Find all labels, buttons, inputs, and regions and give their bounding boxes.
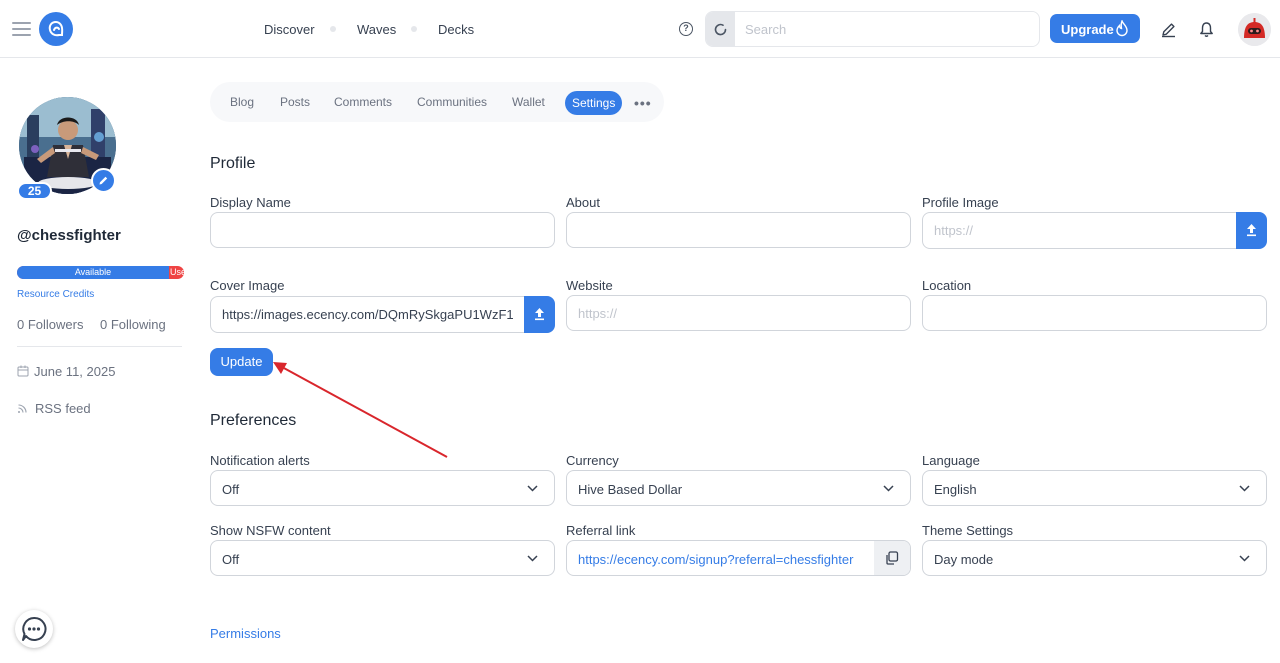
- menu-icon[interactable]: [12, 22, 31, 36]
- tab-comments[interactable]: Comments: [334, 95, 392, 109]
- sidebar-divider: [17, 346, 182, 347]
- join-date: June 11, 2025: [17, 364, 115, 379]
- profile-image-label: Profile Image: [922, 195, 999, 210]
- language-label: Language: [922, 453, 980, 468]
- resource-credits-link[interactable]: Resource Credits: [17, 289, 94, 300]
- profile-tabs: Blog Posts Comments Communities Wallet S…: [210, 82, 664, 122]
- chevron-down-icon: [1239, 485, 1250, 492]
- theme-value: Day mode: [934, 552, 994, 567]
- referral-link-field[interactable]: https://ecency.com/signup?referral=chess…: [566, 540, 911, 576]
- user-avatar[interactable]: [1238, 13, 1271, 46]
- calendar-icon: [17, 365, 29, 377]
- tab-posts[interactable]: Posts: [280, 95, 310, 109]
- permissions-link[interactable]: Permissions: [210, 626, 281, 641]
- help-icon[interactable]: ?: [679, 22, 693, 36]
- tab-blog[interactable]: Blog: [230, 95, 254, 109]
- tab-settings[interactable]: Settings: [565, 91, 623, 115]
- nav-separator: [330, 26, 336, 32]
- notification-alerts-label: Notification alerts: [210, 453, 310, 468]
- cover-image-label: Cover Image: [210, 278, 285, 293]
- upload-icon: [1247, 224, 1256, 237]
- profile-section-title: Profile: [210, 155, 256, 172]
- cover-image-upload-button[interactable]: [524, 296, 555, 333]
- notification-alerts-select[interactable]: Off: [210, 470, 555, 506]
- flame-icon: [1116, 20, 1128, 37]
- resource-credits-bar: Available Use: [17, 266, 184, 279]
- search-input[interactable]: [736, 12, 1036, 46]
- website-input[interactable]: [566, 295, 911, 331]
- bell-icon[interactable]: [1199, 21, 1214, 38]
- chevron-down-icon: [527, 485, 538, 492]
- currency-value: Hive Based Dollar: [578, 482, 683, 497]
- join-date-text: June 11, 2025: [34, 364, 116, 379]
- top-bar: Discover Waves Decks ? Upgrade: [0, 0, 1280, 58]
- preferences-section-title: Preferences: [210, 412, 297, 429]
- chevron-down-icon: [1239, 555, 1250, 562]
- refresh-icon: [714, 23, 727, 36]
- pencil-icon[interactable]: [1160, 21, 1177, 38]
- pencil-icon: [99, 176, 108, 185]
- profile-image-input[interactable]: [922, 212, 1238, 249]
- currency-select[interactable]: Hive Based Dollar: [566, 470, 911, 506]
- search-mode-button[interactable]: [706, 12, 735, 46]
- copy-icon: [886, 551, 899, 565]
- chevron-down-icon: [883, 485, 894, 492]
- copy-referral-button[interactable]: [874, 541, 910, 575]
- tab-wallet[interactable]: Wallet: [512, 95, 545, 109]
- language-select[interactable]: English: [922, 470, 1267, 506]
- rss-feed-link[interactable]: RSS feed: [17, 401, 91, 416]
- reputation-badge: 25: [17, 182, 52, 200]
- rss-icon: [18, 404, 27, 413]
- nsfw-label: Show NSFW content: [210, 523, 331, 538]
- chat-bubble-icon: [22, 616, 47, 641]
- upgrade-label: Upgrade: [1061, 22, 1114, 37]
- upgrade-button[interactable]: Upgrade: [1050, 14, 1140, 43]
- following-link[interactable]: 0 Following: [100, 317, 166, 332]
- edit-avatar-button[interactable]: [91, 168, 116, 193]
- theme-select[interactable]: Day mode: [922, 540, 1267, 576]
- notification-alerts-value: Off: [222, 482, 240, 497]
- nsfw-select[interactable]: Off: [210, 540, 555, 576]
- nsfw-value: Off: [222, 552, 240, 567]
- rc-used: Use: [170, 267, 184, 277]
- display-name-input[interactable]: [210, 212, 555, 248]
- chat-button[interactable]: [15, 610, 53, 648]
- upload-icon: [535, 308, 544, 321]
- nav-waves[interactable]: Waves: [357, 22, 396, 37]
- referral-link-value[interactable]: https://ecency.com/signup?referral=chess…: [578, 552, 853, 567]
- update-button[interactable]: Update: [210, 348, 273, 376]
- nav-decks[interactable]: Decks: [438, 22, 474, 37]
- about-input[interactable]: [566, 212, 911, 248]
- tab-communities[interactable]: Communities: [417, 95, 487, 109]
- display-name-label: Display Name: [210, 195, 291, 210]
- followers-link[interactable]: 0 Followers: [17, 317, 83, 332]
- about-label: About: [566, 195, 600, 210]
- logo-icon: [48, 20, 64, 37]
- annotation-arrow: [273, 362, 448, 458]
- chevron-down-icon: [527, 555, 538, 562]
- location-input[interactable]: [922, 295, 1267, 331]
- more-tabs-button[interactable]: •••: [634, 95, 652, 111]
- rss-text: RSS feed: [35, 401, 91, 416]
- currency-label: Currency: [566, 453, 619, 468]
- theme-settings-label: Theme Settings: [922, 523, 1014, 538]
- robot-avatar-icon: [1238, 13, 1271, 46]
- search-bar: [705, 11, 1040, 47]
- cover-image-input[interactable]: [210, 296, 526, 333]
- username: @chessfighter: [17, 227, 121, 244]
- referral-link-label: Referral link: [566, 523, 636, 538]
- language-value: English: [934, 482, 977, 497]
- website-label: Website: [566, 278, 613, 293]
- ecency-logo[interactable]: [39, 12, 73, 46]
- rc-available: Available: [17, 266, 169, 279]
- location-label: Location: [922, 278, 972, 293]
- nav-discover[interactable]: Discover: [264, 22, 315, 37]
- nav-separator: [411, 26, 417, 32]
- profile-image-upload-button[interactable]: [1236, 212, 1267, 249]
